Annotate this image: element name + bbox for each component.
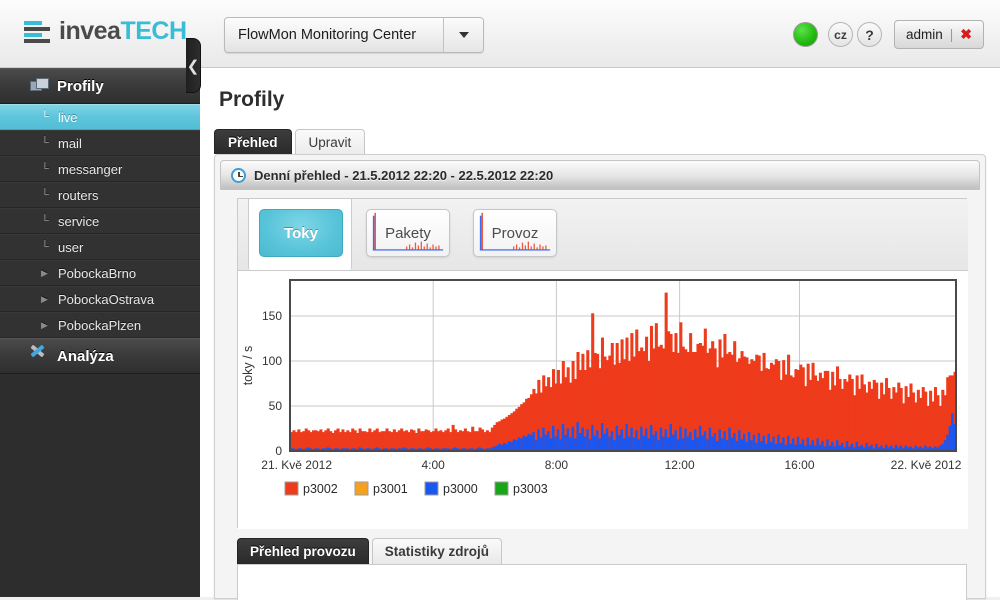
sidebar-section-profily-label: Profily [57, 77, 104, 95]
sidebar-collapse-handle[interactable]: ❮ [186, 38, 201, 93]
chart-tab-toky-wrap: Toky [248, 199, 352, 270]
svg-text:4:00: 4:00 [422, 458, 446, 472]
logo-secondary-text: TECH [120, 17, 187, 45]
sidebar-item-label: service [58, 213, 100, 229]
legend-label: p3000 [443, 482, 478, 496]
monitors-icon [30, 78, 49, 94]
help-button[interactable]: ? [857, 22, 882, 47]
user-separator: | [949, 27, 954, 42]
sidebar-item-service[interactable]: └ service [0, 208, 200, 234]
chart-tab-provoz[interactable]: Provoz [473, 209, 557, 257]
svg-text:0: 0 [275, 444, 282, 458]
tree-branch-icon: └ [41, 241, 49, 253]
bottom-tabs: Přehled provozu Statistiky zdrojů [237, 538, 505, 564]
legend-label: p3003 [513, 482, 548, 496]
sidebar-item-live[interactable]: └ live [0, 104, 200, 130]
main-content: Profily Přehled Upravit Denní přehled - … [200, 68, 1000, 600]
page-title: Profily [219, 88, 285, 111]
app-select-value: FlowMon Monitoring Center [238, 27, 417, 43]
legend-label: p3002 [303, 482, 338, 496]
svg-text:8:00: 8:00 [545, 458, 569, 472]
svg-text:100: 100 [262, 354, 282, 368]
chevron-right-icon: ▶ [41, 319, 48, 330]
tree-branch-icon: └ [41, 163, 49, 175]
svg-text:toky / s: toky / s [241, 346, 255, 386]
tab-prehled[interactable]: Přehled [214, 129, 292, 154]
sidebar-section-analyza[interactable]: Analýza [0, 338, 200, 374]
tab-upravit[interactable]: Upravit [294, 129, 366, 154]
sidebar-item-messanger[interactable]: └ messanger [0, 156, 200, 182]
traffic-chart: 0 50 100 150 toky / s 21. Kvě 2012 4:00 8:00 12:… [238, 271, 968, 529]
svg-text:22. Kvě 2012: 22. Kvě 2012 [891, 458, 962, 472]
tree-branch-icon: └ [41, 215, 49, 227]
chart-tab-pakety-label: Pakety [385, 224, 431, 242]
legend-item-p3001: p3001 [354, 481, 408, 496]
panel-header-title: Denní přehled - 21.5.2012 22:20 - 22.5.2… [254, 167, 554, 183]
legend-swatch [284, 481, 299, 496]
svg-text:150: 150 [262, 309, 282, 323]
user-name-label: admin [905, 27, 943, 42]
svg-text:50: 50 [269, 399, 283, 413]
legend-item-p3003: p3003 [494, 481, 548, 496]
legend-swatch [424, 481, 439, 496]
tree-branch-icon: └ [41, 111, 49, 123]
main-tabs: Přehled Upravit [214, 129, 368, 154]
language-button[interactable]: cz [828, 22, 853, 47]
sidebar-item-pobockabrno[interactable]: ▶ PobockaBrno [0, 260, 200, 286]
legend-item-p3000: p3000 [424, 481, 478, 496]
bottom-panel-body [237, 564, 967, 600]
sidebar-item-pobockaostrava[interactable]: ▶ PobockaOstrava [0, 286, 200, 312]
logo-primary-text: invea [59, 17, 121, 45]
legend-item-p3002: p3002 [284, 481, 338, 496]
svg-text:16:00: 16:00 [784, 458, 814, 472]
chart-tab-provoz-label: Provoz [491, 224, 539, 242]
sidebar-item-mail[interactable]: └ mail [0, 130, 200, 156]
sidebar: Profily └ live └ mail └ messanger └ rout… [0, 68, 200, 597]
chart-type-tabs: Toky Pakety Provoz [238, 199, 968, 271]
chart-card: Toky Pakety Provoz 0 50 100 150 toky / s… [237, 198, 968, 529]
legend-swatch [354, 481, 369, 496]
sidebar-item-label: mail [58, 135, 82, 151]
sidebar-item-user[interactable]: └ user [0, 234, 200, 260]
sidebar-item-label: user [58, 239, 84, 255]
overview-panel: Denní přehled - 21.5.2012 22:20 - 22.5.2… [214, 154, 986, 600]
tab-statistiky-zdroju[interactable]: Statistiky zdrojů [371, 538, 503, 564]
status-green-dot-icon [793, 22, 818, 47]
legend-label: p3001 [373, 482, 408, 496]
tools-icon [30, 348, 48, 364]
sidebar-item-label: live [58, 109, 78, 125]
bars-icon [24, 20, 50, 43]
chart-tab-toky-label: Toky [284, 224, 318, 242]
user-logout-button[interactable]: admin | ✖ [893, 20, 984, 49]
chart-tab-pakety[interactable]: Pakety [366, 209, 450, 257]
sidebar-item-label: messanger [58, 161, 123, 177]
close-icon[interactable]: ✖ [960, 26, 972, 43]
sidebar-item-label: routers [58, 187, 99, 203]
sidebar-item-label: PobockaOstrava [58, 291, 155, 307]
clock-icon [231, 167, 246, 183]
tree-branch-icon: └ [41, 189, 49, 201]
tree-branch-icon: └ [41, 137, 49, 149]
sidebar-item-pobockaplzen[interactable]: ▶ PobockaPlzen [0, 312, 200, 338]
svg-text:12:00: 12:00 [665, 458, 695, 472]
sidebar-item-label: PobockaBrno [58, 265, 137, 281]
sidebar-item-label: PobockaPlzen [58, 317, 142, 333]
panel-header: Denní přehled - 21.5.2012 22:20 - 22.5.2… [220, 160, 980, 190]
app-select[interactable]: FlowMon Monitoring Center [224, 17, 484, 53]
brand-logo: inveaTECH [24, 17, 187, 46]
sidebar-item-routers[interactable]: └ routers [0, 182, 200, 208]
legend-swatch [494, 481, 509, 496]
sidebar-section-analyza-label: Analýza [57, 347, 114, 365]
chevron-right-icon: ▶ [41, 293, 48, 304]
chart-tab-toky[interactable]: Toky [259, 209, 343, 257]
chevron-down-icon[interactable] [443, 18, 483, 52]
top-bar: inveaTECH FlowMon Monitoring Center cz ?… [0, 0, 1000, 68]
tab-prehled-provozu[interactable]: Přehled provozu [237, 538, 369, 564]
chevron-right-icon: ▶ [41, 267, 48, 278]
traffic-chart-svg: 0 50 100 150 toky / s 21. Kvě 2012 4:00 8:00 12:… [241, 279, 962, 496]
svg-text:21. Kvě 2012: 21. Kvě 2012 [261, 458, 332, 472]
sidebar-section-profily[interactable]: Profily [0, 68, 200, 104]
